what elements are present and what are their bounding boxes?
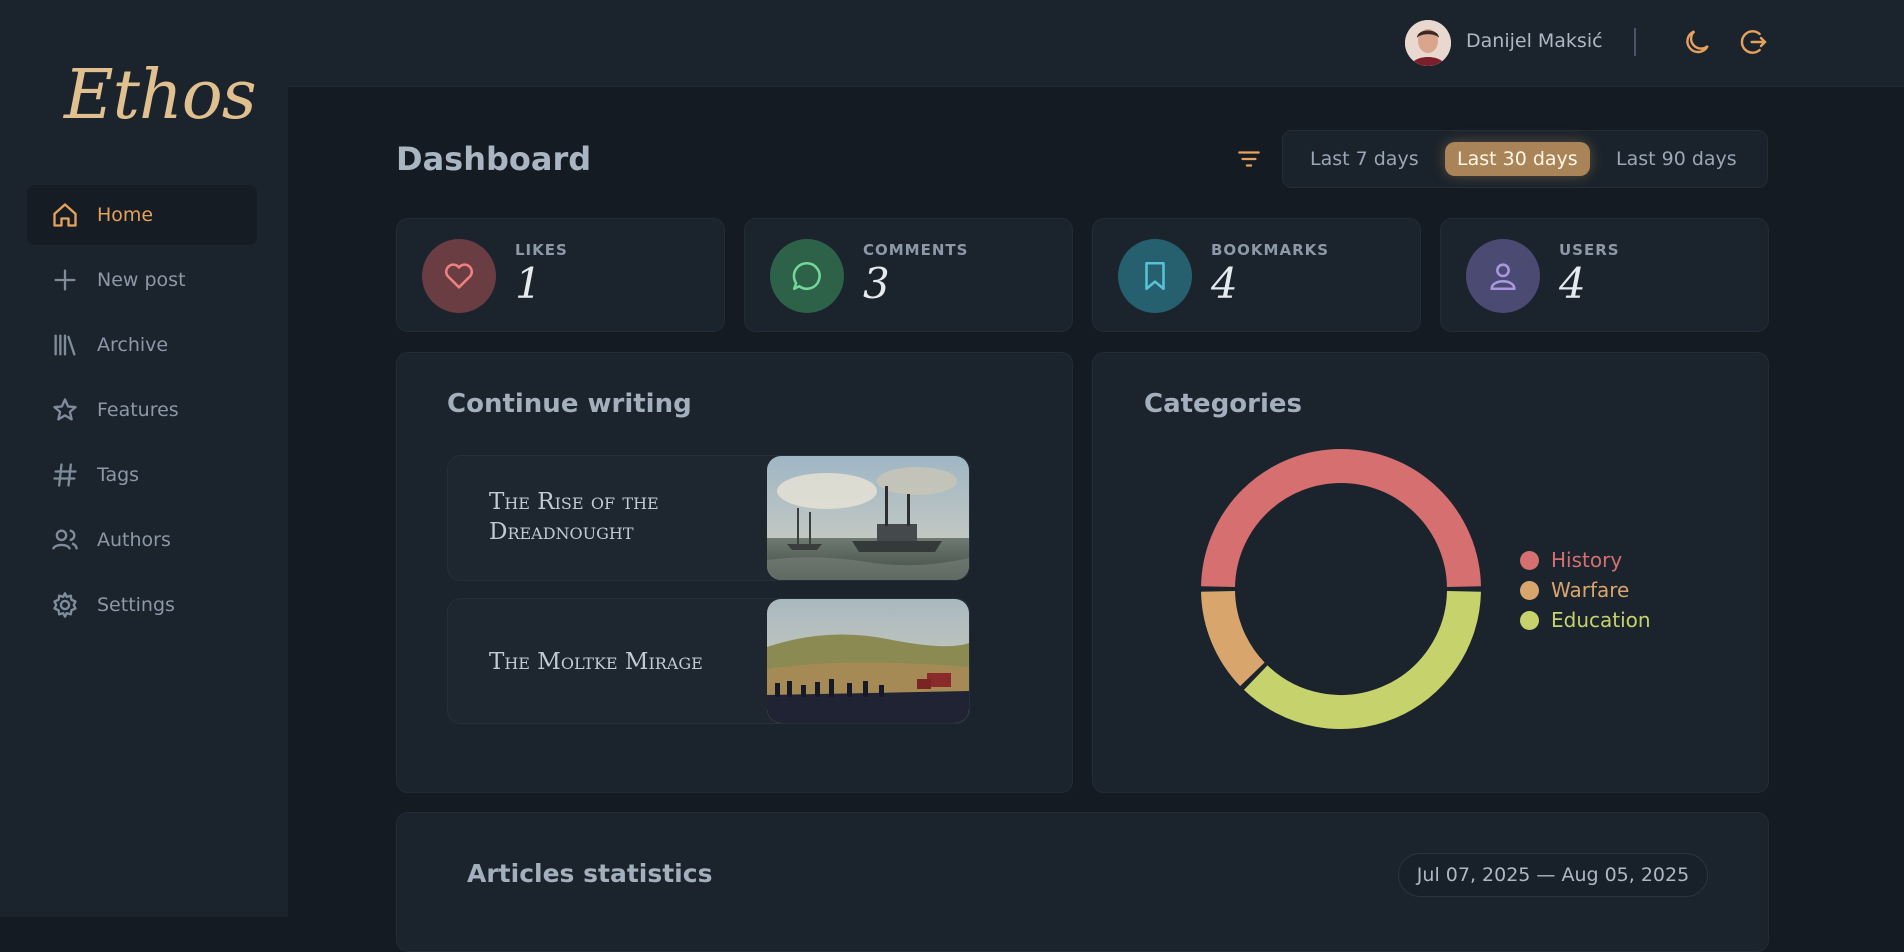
legend-dot <box>1520 580 1539 600</box>
library-icon <box>54 334 76 356</box>
sidebar-item-settings[interactable]: Settings <box>27 575 257 635</box>
sidebar-item-label: Authors <box>97 529 171 551</box>
header-divider <box>1634 28 1636 56</box>
stat-card-users: USERS 4 <box>1440 218 1769 332</box>
heart-icon <box>444 263 474 289</box>
stat-value: 3 <box>863 259 890 308</box>
stat-card-comments: COMMENTS 3 <box>744 218 1073 332</box>
stat-label: LIKES <box>515 241 568 259</box>
legend-label: Education <box>1551 608 1651 632</box>
date-range-display[interactable]: Jul 07, 2025 — Aug 05, 2025 <box>1398 853 1708 897</box>
sidebar-item-label: Features <box>97 399 179 421</box>
articles-statistics-title: Articles statistics <box>467 859 713 888</box>
stat-label: USERS <box>1559 241 1620 259</box>
sidebar-item-label: Settings <box>97 594 175 616</box>
sidebar-item-authors[interactable]: Authors <box>27 510 257 570</box>
donut-slice-history[interactable] <box>1201 449 1481 588</box>
legend-dot <box>1520 610 1539 630</box>
sidebar-item-label: Archive <box>97 334 169 356</box>
post-card-moltke[interactable]: The Moltke Mirage <box>447 598 970 724</box>
stat-icon-circle <box>1466 239 1540 313</box>
sidebar-item-new-post[interactable]: New post <box>27 250 257 310</box>
stat-label: BOOKMARKS <box>1211 241 1330 259</box>
legend-label: History <box>1551 548 1623 572</box>
hash-icon <box>53 463 77 487</box>
filter-icon[interactable] <box>1236 146 1262 172</box>
legend-label: Warfare <box>1551 578 1630 602</box>
user-icon <box>1490 263 1516 291</box>
sidebar-item-home[interactable]: Home <box>27 185 257 245</box>
star-icon <box>53 398 77 421</box>
post-thumbnail-battle <box>767 599 969 723</box>
continue-writing-card: Continue writing The Rise of the Dreadno… <box>396 352 1073 793</box>
stat-card-likes: LIKES 1 <box>396 218 725 332</box>
legend-item-history[interactable]: History <box>1520 545 1651 575</box>
donut-slice-warfare[interactable] <box>1201 590 1265 687</box>
stat-value: 4 <box>1559 259 1586 308</box>
stat-value: 1 <box>515 259 542 308</box>
range-30-days-button[interactable]: Last 30 days <box>1445 142 1590 176</box>
categories-donut-chart <box>1201 449 1481 729</box>
avatar-image <box>1405 20 1451 66</box>
chat-icon <box>792 261 821 291</box>
gear-icon <box>53 592 77 618</box>
moon-icon[interactable] <box>1681 26 1713 58</box>
range-7-days-button[interactable]: Last 7 days <box>1298 142 1431 176</box>
date-range-selector: Last 7 days Last 30 days Last 90 days <box>1282 130 1768 188</box>
categories-title: Categories <box>1144 389 1303 419</box>
sidebar-item-label: Home <box>97 204 154 226</box>
sidebar: Ethos Home New post Archive Features Tag… <box>0 0 288 917</box>
donut-slice-education[interactable] <box>1243 590 1481 729</box>
sidebar-item-features[interactable]: Features <box>27 380 257 440</box>
stat-card-bookmarks: BOOKMARKS 4 <box>1092 218 1421 332</box>
continue-writing-title: Continue writing <box>447 389 692 419</box>
logout-icon[interactable] <box>1737 26 1769 58</box>
bookmark-icon <box>1145 261 1165 291</box>
page-title: Dashboard <box>396 140 592 178</box>
stat-icon-circle <box>422 239 496 313</box>
plus-icon <box>54 269 76 291</box>
legend-item-warfare[interactable]: Warfare <box>1520 575 1651 605</box>
top-bar <box>288 0 1904 87</box>
users-icon <box>52 529 78 550</box>
categories-legend: History Warfare Education <box>1520 545 1651 635</box>
stat-icon-circle <box>1118 239 1192 313</box>
stat-value: 4 <box>1211 259 1238 308</box>
sidebar-item-label: Tags <box>97 464 140 486</box>
range-90-days-button[interactable]: Last 90 days <box>1604 142 1749 176</box>
sidebar-nav: Home New post Archive Features Tags Auth… <box>27 185 257 640</box>
avatar[interactable] <box>1405 20 1451 66</box>
post-thumbnail-ship <box>767 456 969 580</box>
post-title: The Moltke Mirage <box>489 649 703 675</box>
sidebar-item-tags[interactable]: Tags <box>27 445 257 505</box>
stat-icon-circle <box>770 239 844 313</box>
legend-item-education[interactable]: Education <box>1520 605 1651 635</box>
legend-dot <box>1520 550 1539 570</box>
app-logo[interactable]: Ethos <box>64 56 257 135</box>
stat-label: COMMENTS <box>863 241 969 259</box>
post-card-dreadnought[interactable]: The Rise of the Dreadnought <box>447 455 970 581</box>
sidebar-item-archive[interactable]: Archive <box>27 315 257 375</box>
sidebar-item-label: New post <box>97 269 186 291</box>
home-icon <box>53 203 77 227</box>
post-title: The Rise of the Dreadnought <box>489 489 659 545</box>
user-name[interactable]: Danijel Maksić <box>1466 30 1603 52</box>
